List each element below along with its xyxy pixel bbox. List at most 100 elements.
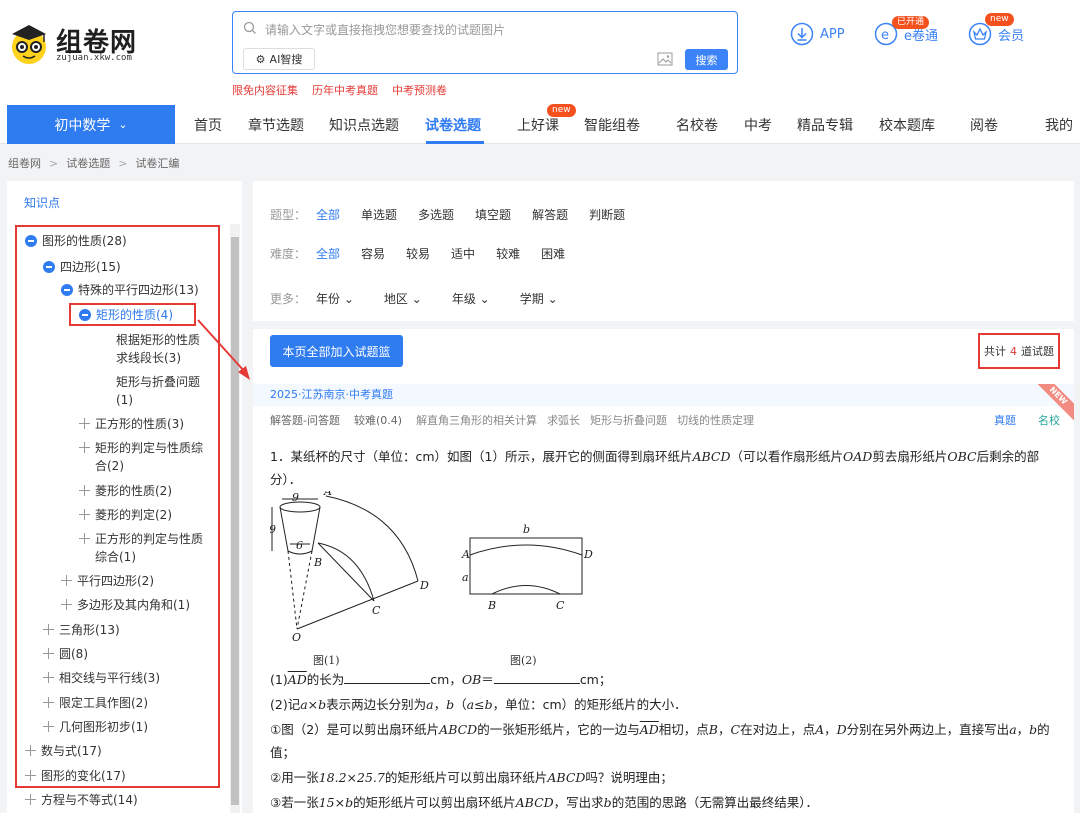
breadcrumb-item[interactable]: 组卷网 (8, 157, 41, 170)
sidebar-title[interactable]: 知识点 (24, 194, 60, 211)
question-type: 解答题-问答题 (270, 414, 340, 427)
fig-label: a (462, 571, 469, 584)
search-box[interactable]: 请输入文字或直接拖拽您想要查找的试题图片 ⚙ AI智搜 搜索 (232, 11, 738, 74)
svg-text:e: e (881, 28, 889, 43)
figure-1-drawing (271, 495, 419, 630)
figure-2-drawing (469, 537, 583, 595)
tree-item[interactable]: 方程与不等式(14) (25, 791, 138, 809)
filter-label: 题型： (270, 208, 307, 222)
hot-link[interactable]: 中考预测卷 (392, 82, 447, 98)
breadcrumb: 组卷网 > 试卷选题 > 试卷汇编 (8, 157, 180, 170)
filter-option[interactable]: 较难 (496, 245, 520, 262)
filter-option[interactable]: 适中 (451, 245, 475, 262)
question-part-2-2: ②用一张18.2×25.7的矩形纸片可以剪出扇环纸片ABCD吗？说明理由； (270, 770, 673, 785)
nav-smart[interactable]: 智能组卷 (584, 115, 640, 135)
question-part-2-3: ③若一张15×b的矩形纸片可以剪出扇环纸片ABCD，写出求b的范围的思路（无需算… (270, 795, 818, 810)
nav-knowledge[interactable]: 知识点选题 (329, 115, 399, 135)
search-button[interactable]: 搜索 (685, 49, 728, 70)
sidebar-scrollbar[interactable] (230, 224, 240, 813)
filter-option[interactable]: 困难 (541, 245, 565, 262)
fig-label: B (487, 599, 496, 612)
hot-link[interactable]: 历年中考真题 (312, 82, 378, 98)
filter-panel: 题型： 全部 单选题 多选题 填空题 解答题 判断题 难度： 全部 容易 较易 … (253, 181, 1074, 321)
fig-label: D (419, 579, 429, 592)
question-part-2: (2)记a×b表示两边长分别为a，b（a≤b，单位：cm）的矩形纸片的大小． (270, 697, 687, 712)
download-icon (790, 22, 814, 46)
highlight-box-selected (69, 303, 196, 326)
filter-option[interactable]: 解答题 (532, 206, 568, 223)
filter-option[interactable]: 填空题 (475, 206, 511, 223)
ai-search-label: AI智搜 (269, 53, 303, 66)
subject-selector[interactable]: 初中数学 ⌄ (7, 105, 175, 144)
real-exam-badge: 真题 (994, 414, 1016, 427)
fig-label: b (523, 523, 530, 536)
question-source[interactable]: 2025·江苏南京·中考真题 (253, 384, 1074, 406)
logo-url: zujuan.xkw.com (56, 53, 132, 63)
filter-option[interactable]: 全部 (316, 206, 340, 223)
nav-school-bank[interactable]: 校本题库 (879, 115, 935, 135)
figure-2-caption: 图(2) (510, 654, 537, 667)
filter-option[interactable]: 单选题 (361, 206, 397, 223)
knowledge-tag[interactable]: 切线的性质定理 (677, 412, 754, 428)
nav-paper[interactable]: 试卷选题 (425, 115, 481, 135)
nav-class[interactable]: 上好课 (517, 115, 559, 135)
nav-mine[interactable]: 我的 (1045, 115, 1073, 135)
nav-school[interactable]: 名校卷 (676, 115, 718, 135)
term-dropdown[interactable]: 学期 ⌄ (520, 290, 558, 307)
hot-links: 限免内容征集 历年中考真题 中考预测卷 (232, 82, 447, 98)
breadcrumb-item[interactable]: 试卷选题 (66, 157, 110, 170)
fig-label: 9 (292, 491, 299, 504)
fig-label: O (292, 631, 301, 644)
nav-premium[interactable]: 精品专辑 (797, 115, 853, 135)
figure-1-caption: 图(1) (313, 654, 340, 667)
search-icon (243, 21, 256, 34)
scroll-thumb[interactable] (231, 237, 239, 805)
nav-zhongkao[interactable]: 中考 (744, 115, 772, 135)
fig-label: 9 (270, 523, 276, 536)
chevron-down-icon: ⌄ (479, 292, 490, 306)
header: 组卷网 zujuan.xkw.com 请输入文字或直接拖拽您想要查找的试题图片 … (0, 0, 1080, 104)
search-input[interactable]: 请输入文字或直接拖拽您想要查找的试题图片 (265, 21, 505, 38)
fig-label: C (372, 604, 381, 617)
filter-option[interactable]: 较易 (406, 245, 430, 262)
filter-option[interactable]: 判断题 (589, 206, 625, 223)
hot-link[interactable]: 限免内容征集 (232, 82, 298, 98)
famous-school-badge: 名校 (1038, 414, 1060, 427)
year-dropdown[interactable]: 年份 ⌄ (316, 290, 354, 307)
add-all-button[interactable]: 本页全部加入试题篮 (270, 335, 403, 367)
ai-search-button[interactable]: ⚙ AI智搜 (243, 48, 315, 70)
total-number: 4 (1010, 344, 1017, 358)
knowledge-tag[interactable]: 解直角三角形的相关计算 (416, 412, 537, 428)
knowledge-sidebar: 知识点 图形的性质(28) 四边形(15) 特殊的平行四边形(13) 矩形的性质… (7, 181, 242, 813)
member-badge: new (985, 13, 1014, 26)
fig-label: D (583, 548, 593, 561)
image-upload-icon[interactable] (657, 52, 673, 66)
app-link[interactable]: APP (790, 22, 845, 46)
nav-home[interactable]: 首页 (194, 115, 222, 135)
region-dropdown[interactable]: 地区 ⌄ (384, 290, 422, 307)
ai-icon: ⚙ (255, 52, 266, 66)
knowledge-tag[interactable]: 矩形与折叠问题 (590, 412, 667, 428)
filter-option[interactable]: 全部 (316, 245, 340, 262)
fig-label: A (461, 548, 470, 561)
logo[interactable]: 组卷网 zujuan.xkw.com (6, 20, 156, 70)
nav-chapter[interactable]: 章节选题 (248, 115, 304, 135)
question-meta: 解答题-问答题 较难(0.4) 解直角三角形的相关计算 求弧长 矩形与折叠问题 … (270, 412, 1060, 428)
main-nav: 初中数学 ⌄ 首页 章节选题 知识点选题 试卷选题 上好课 智能组卷 名校卷 中… (0, 104, 1080, 144)
filter-option[interactable]: 多选题 (418, 206, 454, 223)
nav-grading[interactable]: 阅卷 (970, 115, 998, 135)
expand-icon[interactable] (25, 794, 36, 805)
filter-more-row: 更多： 年份 ⌄ 地区 ⌄ 年级 ⌄ 学期 ⌄ (270, 290, 588, 307)
filter-label: 更多： (270, 292, 307, 306)
chevron-down-icon: ⌄ (343, 292, 354, 306)
knowledge-tag[interactable]: 求弧长 (547, 412, 580, 428)
question-part-2-1: ①图（2）是可以剪出扇环纸片ABCD的一张矩形纸片，它的一边与AD相切，点B，C… (270, 722, 1050, 737)
subject-label: 初中数学 (54, 117, 111, 134)
grade-dropdown[interactable]: 年级 ⌄ (452, 290, 490, 307)
chevron-down-icon: ⌄ (547, 292, 558, 306)
filter-type-row: 题型： 全部 单选题 多选题 填空题 解答题 判断题 (270, 206, 646, 223)
etong-badge: 已开通 (892, 16, 930, 29)
fig-label: A (323, 491, 332, 498)
filter-option[interactable]: 容易 (361, 245, 385, 262)
fig-label: 6 (296, 539, 303, 552)
